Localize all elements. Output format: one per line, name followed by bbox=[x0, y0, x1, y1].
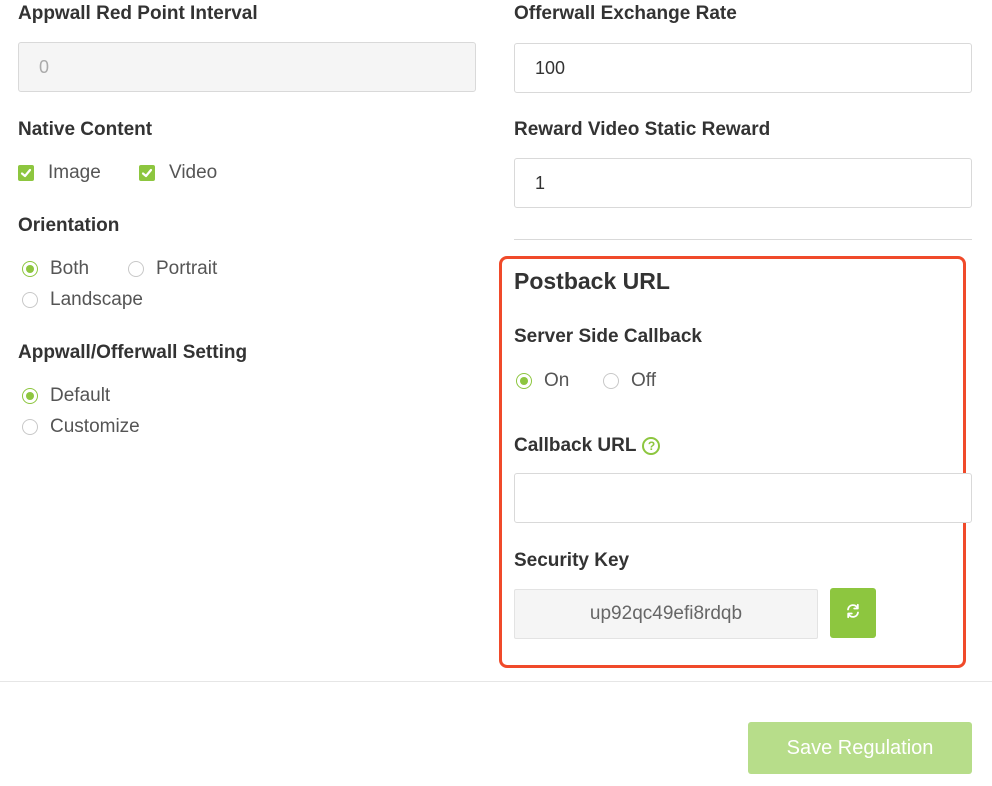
video-checkbox[interactable]: Video bbox=[139, 162, 217, 184]
orientation-radio-landscape[interactable]: Landscape bbox=[22, 289, 143, 311]
radio-selected-icon bbox=[22, 388, 38, 404]
orientation-label: Orientation bbox=[18, 215, 120, 236]
orientation-radio-both[interactable]: Both bbox=[22, 258, 89, 280]
callback-radio-on[interactable]: On bbox=[516, 370, 569, 392]
footer-divider bbox=[0, 681, 992, 682]
callback-url-input[interactable] bbox=[514, 473, 972, 523]
question-circle-icon[interactable]: ? bbox=[642, 436, 661, 455]
on-option-label: On bbox=[544, 370, 570, 391]
postback-url-title: Postback URL bbox=[514, 268, 670, 294]
both-option-label: Both bbox=[50, 258, 90, 279]
image-checkbox[interactable]: Image bbox=[18, 162, 101, 184]
radio-empty-icon bbox=[128, 261, 144, 277]
radio-empty-icon bbox=[22, 292, 38, 308]
off-option-label: Off bbox=[631, 370, 656, 391]
red-point-interval-label: Appwall Red Point Interval bbox=[18, 3, 258, 24]
image-option-label: Image bbox=[48, 162, 101, 183]
portrait-option-label: Portrait bbox=[156, 258, 218, 279]
refresh-key-button[interactable] bbox=[830, 588, 876, 638]
refresh-arrows-icon bbox=[844, 602, 862, 625]
exchange-rate-label: Offerwall Exchange Rate bbox=[514, 3, 737, 24]
callback-url-label: Callback URL bbox=[514, 435, 637, 456]
security-key-label: Security Key bbox=[514, 550, 630, 571]
save-regulation-button[interactable]: Save Regulation bbox=[748, 722, 972, 774]
static-reward-label: Reward Video Static Reward bbox=[514, 119, 771, 140]
server-callback-label: Server Side Callback bbox=[514, 326, 702, 347]
radio-selected-icon bbox=[22, 261, 38, 277]
security-key-field: up92qc49efi8rdqb bbox=[514, 589, 818, 639]
divider bbox=[514, 239, 972, 240]
video-option-label: Video bbox=[169, 162, 218, 183]
customize-option-label: Customize bbox=[50, 416, 140, 437]
landscape-option-label: Landscape bbox=[50, 289, 143, 310]
native-content-label: Native Content bbox=[18, 119, 153, 140]
radio-empty-icon bbox=[22, 419, 38, 435]
red-point-interval-input[interactable] bbox=[18, 42, 476, 92]
callback-radio-off[interactable]: Off bbox=[603, 370, 656, 392]
static-reward-input[interactable] bbox=[514, 158, 972, 208]
callback-url-label-row: Callback URL? bbox=[514, 435, 661, 457]
orientation-radio-portrait[interactable]: Portrait bbox=[128, 258, 217, 280]
appwall-radio-default[interactable]: Default bbox=[22, 385, 110, 407]
check-icon bbox=[139, 165, 155, 181]
exchange-rate-input[interactable] bbox=[514, 43, 972, 93]
radio-empty-icon bbox=[603, 373, 619, 389]
appwall-setting-label: Appwall/Offerwall Setting bbox=[18, 342, 248, 363]
appwall-radio-customize[interactable]: Customize bbox=[22, 416, 140, 438]
default-option-label: Default bbox=[50, 385, 111, 406]
check-icon bbox=[18, 165, 34, 181]
radio-selected-icon bbox=[516, 373, 532, 389]
